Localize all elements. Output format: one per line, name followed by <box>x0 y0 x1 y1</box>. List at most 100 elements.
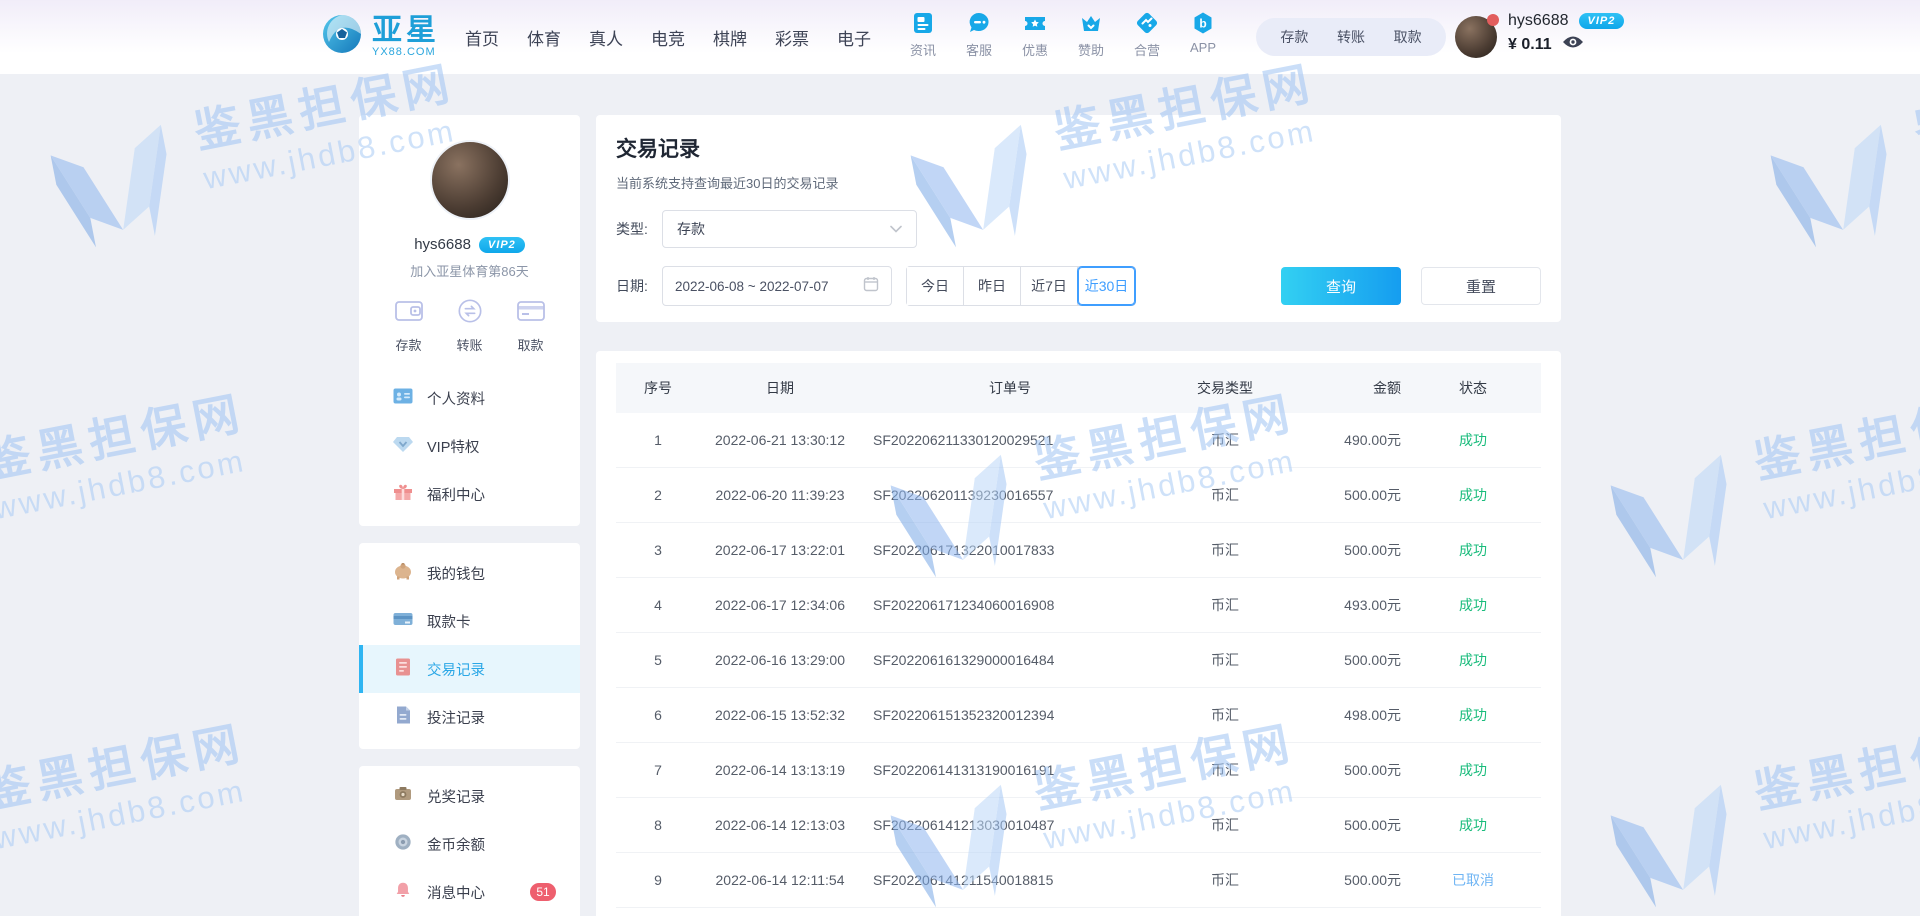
cell-type: 币汇 <box>1160 870 1290 890</box>
sidebar-item-welfare[interactable]: 福利中心 <box>359 470 580 518</box>
cell-no: 4 <box>616 597 700 613</box>
bet-doc-icon <box>393 706 413 729</box>
watermark-tile: 鉴黑担保网www.jhdb8.com <box>1587 687 1920 916</box>
wallet-action[interactable]: 转账 <box>1337 27 1365 47</box>
site-logo[interactable]: 亚星 YX88.COM <box>320 12 440 61</box>
quick-link-app[interactable]: b APP <box>1185 10 1221 59</box>
id-card-icon <box>393 387 413 410</box>
profile-quick-actions: 存款 转账 取款 <box>394 298 546 368</box>
column-header-amount: 金额 <box>1290 378 1405 398</box>
sidebar-item-message-center[interactable]: 消息中心 51 <box>359 868 580 916</box>
sidebar: hys6688 VIP2 加入亚星体育第86天 存款 转账 <box>359 115 580 916</box>
profile-vip-badge: VIP2 <box>479 237 525 253</box>
sidebar-item-profile[interactable]: 个人资料 <box>359 374 580 422</box>
cell-no: 2 <box>616 487 700 503</box>
quick-range-option[interactable]: 今日 <box>907 267 964 305</box>
table-row: 6 2022-06-15 13:52:32 SF2022061513523200… <box>616 688 1541 743</box>
wallet-actions-pill: 存款 转账 取款 <box>1256 18 1446 56</box>
reset-button[interactable]: 重置 <box>1421 267 1541 305</box>
cell-order-number: SF202206151352320012394 <box>860 707 1160 723</box>
date-filter-row: 日期: 2022-06-08 ~ 2022-07-07 今日昨日近7日近30日 … <box>616 266 1541 306</box>
sidebar-item-label: 取款卡 <box>427 611 471 632</box>
sidebar-menu-group-1: 个人资料 VIP特权 福利中心 <box>359 368 580 526</box>
nav-item[interactable]: 电竞 <box>651 25 685 50</box>
crown-icon <box>1078 10 1104 36</box>
quick-link-sponsor[interactable]: 赞助 <box>1073 10 1109 59</box>
cell-amount: 500.00元 <box>1290 760 1405 780</box>
wallet-action[interactable]: 取款 <box>1394 27 1422 47</box>
quick-action-label: 取款 <box>517 335 543 354</box>
header-quick-links: 资讯 客服 优惠 赞助 合营 b <box>905 10 1221 59</box>
piggy-bank-icon <box>393 562 413 585</box>
quick-range-option[interactable]: 近30日 <box>1078 267 1135 305</box>
withdraw-card-icon <box>393 610 413 633</box>
watermark-logo-icon <box>1747 98 1920 313</box>
quick-action-label: 存款 <box>395 335 421 354</box>
quick-link-promo[interactable]: 优惠 <box>1017 10 1053 59</box>
wallet-action[interactable]: 存款 <box>1280 27 1308 47</box>
transaction-doc-icon <box>393 658 413 681</box>
sidebar-item-label: 金币余额 <box>427 834 485 855</box>
profile-avatar[interactable] <box>430 140 510 220</box>
cell-order-number: SF202206141313190016191 <box>860 762 1160 778</box>
sidebar-item-wallet[interactable]: 我的钱包 <box>359 549 580 597</box>
type-select[interactable]: 存款 <box>662 210 917 248</box>
sidebar-item-label: 福利中心 <box>427 484 485 505</box>
sidebar-item-label: VIP特权 <box>427 436 479 457</box>
quick-action-transfer[interactable]: 转账 <box>456 298 484 354</box>
cell-status: 成功 <box>1405 705 1541 725</box>
table-row: 7 2022-06-14 13:13:19 SF2022061413131900… <box>616 743 1541 798</box>
table-body: 1 2022-06-21 13:30:12 SF2022062113301200… <box>616 413 1541 908</box>
column-header-date: 日期 <box>700 378 860 398</box>
user-avatar[interactable] <box>1455 16 1497 58</box>
cell-status: 成功 <box>1405 430 1541 450</box>
ticket-icon <box>1022 10 1048 36</box>
logo-text: 亚星 YX88.COM <box>372 16 440 58</box>
cell-amount: 500.00元 <box>1290 540 1405 560</box>
notification-dot <box>1487 14 1499 26</box>
logo-domain: YX88.COM <box>372 46 440 58</box>
nav-item[interactable]: 体育 <box>527 25 561 50</box>
date-range-input[interactable]: 2022-06-08 ~ 2022-07-07 <box>662 266 892 306</box>
watermark-url: www.jhdb8.com <box>1761 441 1920 527</box>
eye-icon[interactable] <box>1562 34 1584 55</box>
sidebar-item-label: 消息中心 <box>427 882 485 903</box>
table-row: 2 2022-06-20 11:39:23 SF2022062011392300… <box>616 468 1541 523</box>
cell-no: 3 <box>616 542 700 558</box>
sidebar-item-coin-balance[interactable]: 金币余额 <box>359 820 580 868</box>
quick-link-partner[interactable]: 合营 <box>1129 10 1165 59</box>
watermark-brand: 鉴黑担保网 <box>0 706 251 821</box>
cell-type: 币汇 <box>1160 705 1290 725</box>
quick-range-option[interactable]: 昨日 <box>964 267 1021 305</box>
watermark-tile: 鉴黑担保网www.jhdb8.com <box>0 687 363 916</box>
app-hexagon-icon: b <box>1190 10 1216 36</box>
cell-date: 2022-06-16 13:29:00 <box>700 652 860 668</box>
records-table-panel: 序号 日期 订单号 交易类型 金额 状态 1 2022-06-21 13:30:… <box>596 351 1561 916</box>
type-label: 类型: <box>616 219 662 239</box>
nav-item[interactable]: 电子 <box>837 25 871 50</box>
cell-order-number: SF202206211330120029521 <box>860 432 1160 448</box>
handshake-icon <box>1134 10 1160 36</box>
quick-link-news[interactable]: 资讯 <box>905 10 941 59</box>
sidebar-item-bet-records[interactable]: 投注记录 <box>359 693 580 741</box>
main-nav: 首页 体育 真人 电竞 棋牌 彩票 电子 <box>465 0 871 74</box>
quick-range-option[interactable]: 近7日 <box>1021 267 1078 305</box>
watermark-logo-icon <box>27 98 210 313</box>
search-button[interactable]: 查询 <box>1281 267 1401 305</box>
nav-item[interactable]: 真人 <box>589 25 623 50</box>
quick-action-deposit[interactable]: 存款 <box>394 298 424 354</box>
quick-link-support[interactable]: 客服 <box>961 10 997 59</box>
cell-type: 币汇 <box>1160 485 1290 505</box>
cell-amount: 500.00元 <box>1290 870 1405 890</box>
cell-type: 币汇 <box>1160 595 1290 615</box>
nav-item[interactable]: 彩票 <box>775 25 809 50</box>
sidebar-item-redeem-records[interactable]: 兑奖记录 <box>359 772 580 820</box>
sidebar-item-transaction-records[interactable]: 交易记录 <box>359 645 580 693</box>
cell-date: 2022-06-21 13:30:12 <box>700 432 860 448</box>
quick-action-withdraw[interactable]: 取款 <box>516 298 546 354</box>
table-row: 9 2022-06-14 12:11:54 SF2022061412115400… <box>616 853 1541 908</box>
sidebar-item-withdraw-card[interactable]: 取款卡 <box>359 597 580 645</box>
sidebar-item-vip[interactable]: VIP特权 <box>359 422 580 470</box>
nav-item[interactable]: 棋牌 <box>713 25 747 50</box>
nav-item[interactable]: 首页 <box>465 25 499 50</box>
